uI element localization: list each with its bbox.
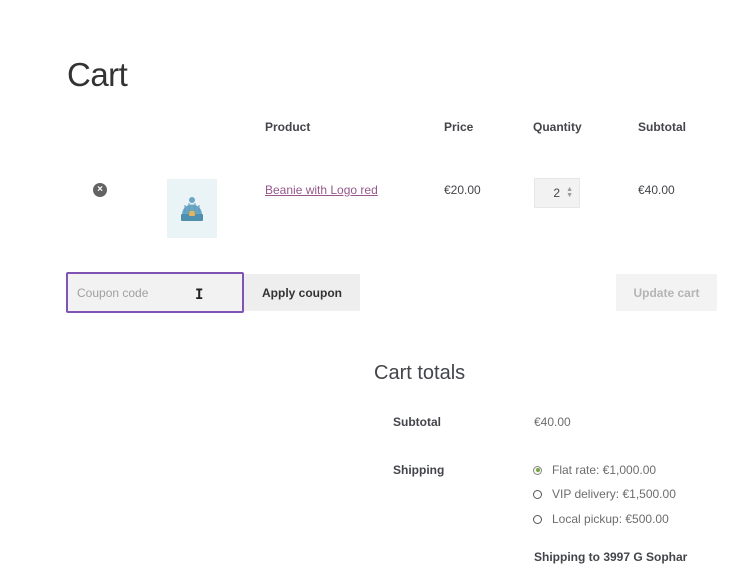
column-header-product: Product (265, 120, 311, 134)
spinner-arrows-icon[interactable]: ▲ ▼ (566, 186, 573, 199)
column-header-price: Price (444, 120, 474, 134)
column-header-quantity: Quantity (533, 120, 582, 134)
totals-shipping-label: Shipping (393, 463, 445, 477)
shipping-destination-text: Shipping to 3997 G Sophar (534, 550, 688, 564)
column-header-subtotal: Subtotal (638, 120, 686, 134)
shipping-option-label: VIP delivery: €1,500.00 (552, 487, 676, 501)
shipping-option-vip-delivery[interactable]: VIP delivery: €1,500.00 (533, 487, 676, 501)
beanie-image (181, 196, 203, 221)
radio-checked-icon[interactable] (533, 465, 542, 475)
shipping-option-label: Local pickup: €500.00 (552, 512, 669, 526)
quantity-stepper[interactable]: 2 ▲ ▼ (534, 178, 580, 208)
product-name-link[interactable]: Beanie with Logo red (265, 183, 378, 197)
product-thumbnail[interactable] (167, 179, 217, 238)
shipping-option-label: Flat rate: €1,000.00 (552, 463, 657, 477)
cart-totals-title: Cart totals (374, 362, 466, 384)
radio-unchecked-icon[interactable] (533, 514, 542, 524)
shipping-option-flat-rate[interactable]: Flat rate: €1,000.00 (533, 463, 656, 477)
coupon-code-input[interactable] (66, 272, 244, 313)
apply-coupon-button[interactable]: Apply coupon (244, 274, 360, 311)
line-subtotal: €40.00 (638, 183, 675, 197)
remove-item-icon[interactable]: × (93, 183, 107, 197)
update-cart-button[interactable]: Update cart (616, 274, 717, 311)
totals-subtotal-value: €40.00 (534, 415, 571, 429)
quantity-value: 2 (553, 186, 561, 200)
page-title: Cart (67, 56, 128, 94)
radio-unchecked-icon[interactable] (533, 489, 542, 499)
shipping-option-local-pickup[interactable]: Local pickup: €500.00 (533, 512, 669, 526)
text-cursor-icon: I (195, 287, 204, 303)
totals-subtotal-label: Subtotal (393, 415, 441, 429)
product-price: €20.00 (444, 183, 481, 197)
